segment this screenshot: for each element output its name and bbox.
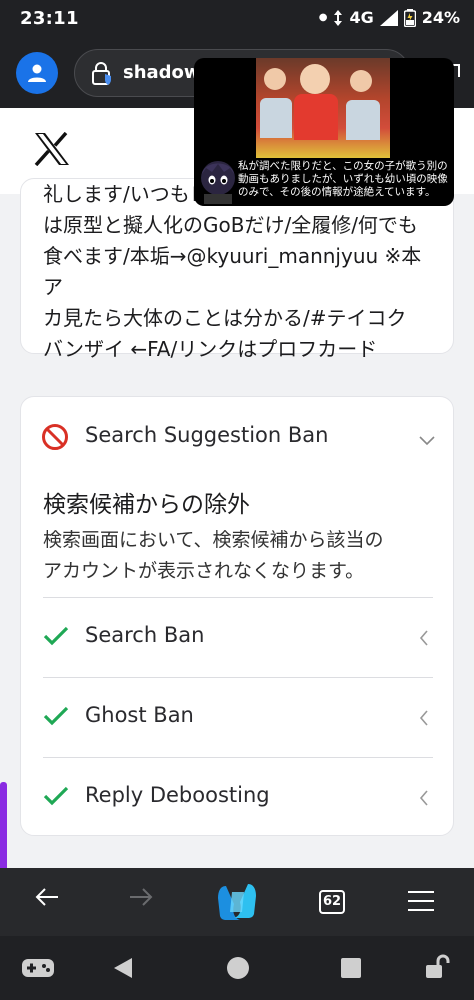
nav-home-icon[interactable] bbox=[226, 956, 250, 984]
bio-text: 礼します/いつもＨ は原型と擬人化のGoBだけ/全履修/何でも 食べます/本垢→… bbox=[43, 182, 422, 361]
video-frame bbox=[256, 58, 390, 158]
chevron-left-icon[interactable] bbox=[419, 710, 429, 730]
profile-avatar[interactable] bbox=[16, 52, 58, 94]
tab-count-button[interactable]: 62 bbox=[319, 890, 345, 914]
browser-bottom-bar: 62 bbox=[0, 868, 474, 936]
check-label: Search Ban bbox=[85, 623, 205, 647]
ban-title: Search Suggestion Ban bbox=[85, 423, 329, 447]
check-icon bbox=[43, 625, 69, 651]
narrator-avatar bbox=[196, 154, 240, 204]
chevron-left-icon[interactable] bbox=[419, 630, 429, 650]
ban-subtitle: 検索候補からの除外 bbox=[43, 492, 250, 518]
ban-card-header[interactable]: Search Suggestion Ban bbox=[21, 397, 455, 475]
check-label: Ghost Ban bbox=[85, 703, 194, 727]
check-icon bbox=[43, 785, 69, 811]
check-label: Reply Deboosting bbox=[85, 783, 270, 807]
gamepad-icon[interactable] bbox=[22, 958, 54, 982]
ban-description: 検索画面において、検索候補から該当の アカウントが表示されなくなります。 bbox=[43, 529, 384, 582]
video-overlay[interactable]: 私が調べた限りだと、この女の子が歌う別の 動画もありましたが、いずれも幼い頃の映… bbox=[194, 58, 454, 206]
ban-icon bbox=[41, 423, 69, 455]
back-arrow-icon[interactable] bbox=[34, 886, 60, 912]
data-transfer-icon bbox=[333, 9, 343, 26]
rotation-unlock-icon[interactable] bbox=[424, 954, 452, 984]
check-row-ghost-ban[interactable]: Ghost Ban bbox=[43, 677, 433, 757]
dot-icon: ● bbox=[318, 12, 328, 23]
forward-arrow-icon[interactable] bbox=[128, 886, 154, 912]
battery-icon bbox=[403, 8, 416, 27]
status-time: 23:11 bbox=[20, 8, 79, 29]
status-bar: 23:11 ● 4G 24% bbox=[0, 0, 474, 38]
copilot-icon[interactable] bbox=[214, 882, 260, 926]
check-icon bbox=[43, 705, 69, 731]
page-content: 礼します/いつもＨ は原型と擬人化のGoBだけ/全履修/何でも 食べます/本垢→… bbox=[0, 108, 474, 868]
signal-icon bbox=[379, 9, 398, 26]
x-logo-icon[interactable] bbox=[34, 131, 70, 170]
chevron-down-icon[interactable] bbox=[419, 431, 435, 450]
menu-icon[interactable] bbox=[408, 890, 434, 916]
network-label: 4G bbox=[349, 8, 374, 27]
shield-lock-icon bbox=[91, 62, 113, 90]
nav-recents-icon[interactable] bbox=[340, 957, 362, 983]
chevron-left-icon[interactable] bbox=[419, 790, 429, 810]
check-row-reply-deboosting[interactable]: Reply Deboosting bbox=[43, 757, 433, 837]
check-row-search-ban[interactable]: Search Ban bbox=[43, 597, 433, 677]
video-subtitle: 私が調べた限りだと、この女の子が歌う別の 動画もありましたが、いずれも幼い頃の映… bbox=[238, 160, 448, 198]
ban-card: Search Suggestion Ban 検索候補からの除外 検索画面において… bbox=[20, 396, 454, 836]
user-icon bbox=[28, 64, 46, 82]
nav-back-icon[interactable] bbox=[112, 956, 134, 984]
system-navigation bbox=[0, 936, 474, 1000]
status-indicators: ● 4G 24% bbox=[319, 8, 460, 27]
battery-level: 24% bbox=[421, 8, 460, 27]
